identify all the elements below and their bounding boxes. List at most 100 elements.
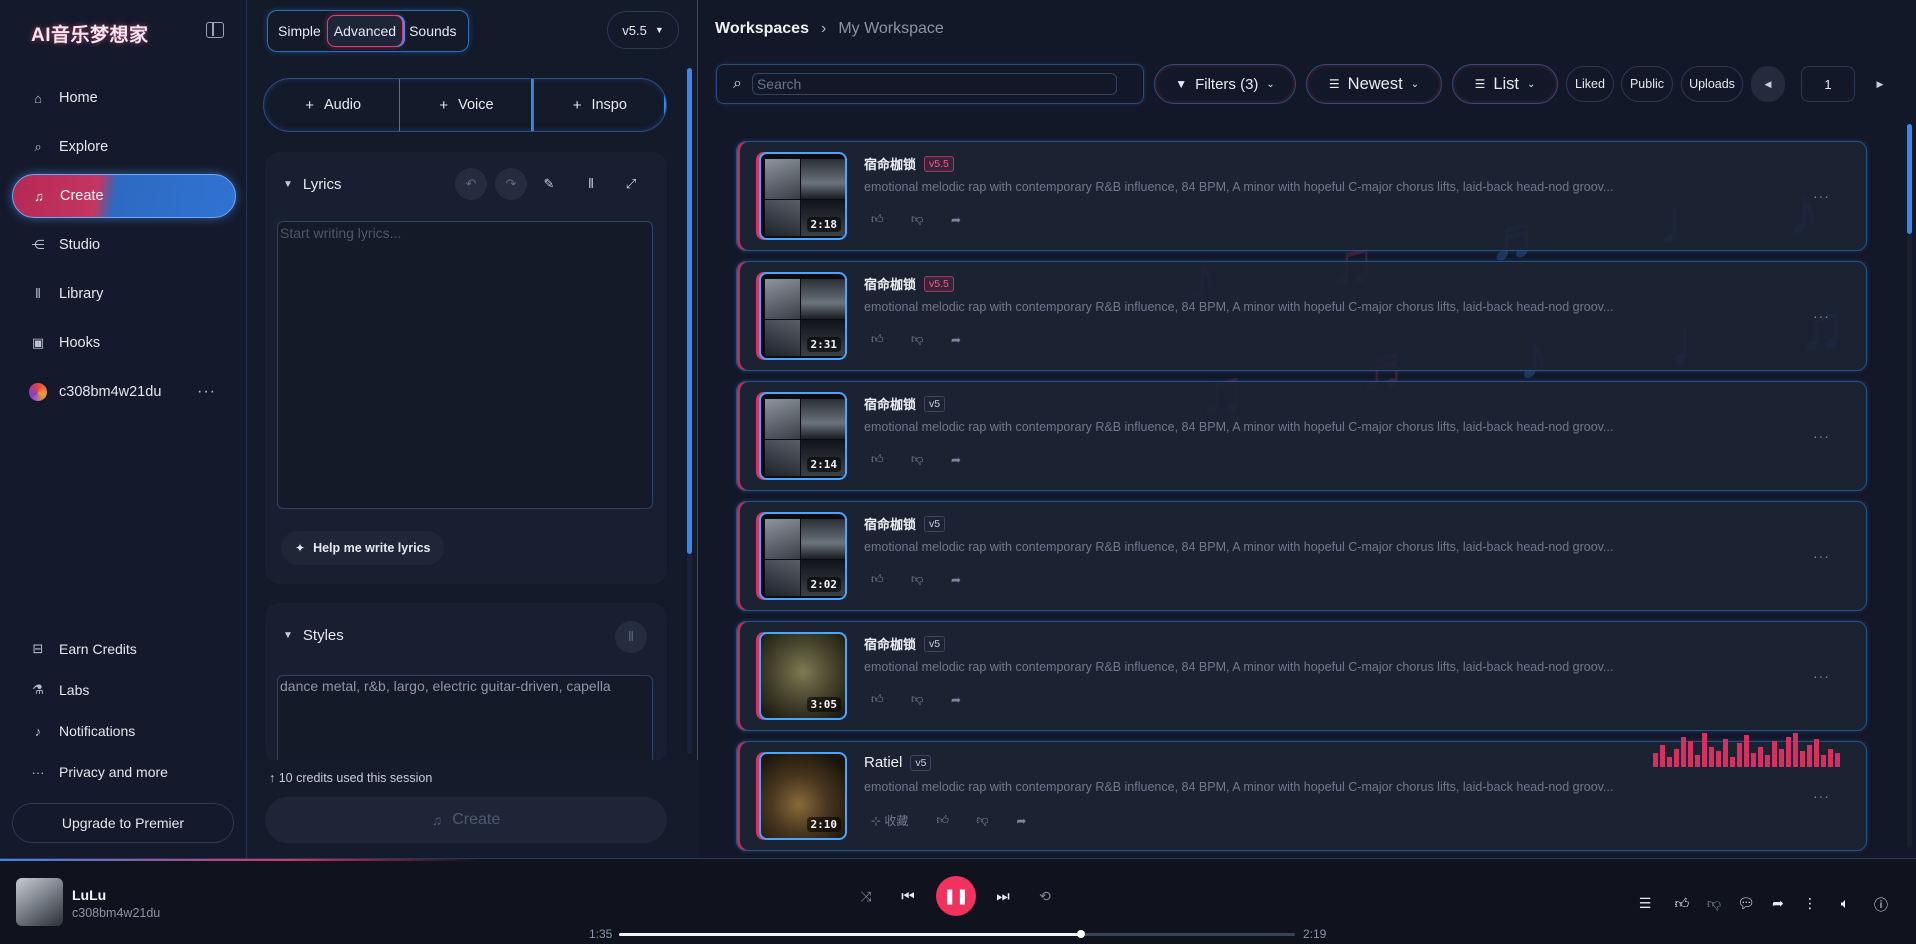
thumbs-up-icon[interactable]: 👍︎ [871, 452, 911, 467]
share-icon[interactable]: ➦ [951, 453, 991, 467]
song-cover[interactable]: 2:18 [759, 152, 847, 240]
now-playing-title[interactable]: LuLu [72, 887, 106, 903]
song-row[interactable]: 2:02 宿命枷锁 v5 emotional melodic rap with … [736, 501, 1867, 611]
tab-advanced[interactable]: Advanced [326, 15, 404, 47]
sidebar-item-labs[interactable]: ⚗ Labs [12, 672, 236, 708]
upgrade-button[interactable]: Upgrade to Premier [12, 803, 234, 843]
thumbs-up-icon[interactable]: 👍︎ [871, 692, 911, 707]
uploads-filter[interactable]: Uploads [1681, 66, 1743, 102]
add-voice-button[interactable]: + Voice [399, 79, 532, 131]
thumbs-down-icon[interactable]: 👎︎ [911, 452, 951, 467]
expand-icon[interactable]: ⤢ [615, 168, 647, 200]
repeat-icon[interactable]: ⟲ [1030, 881, 1060, 911]
song-title[interactable]: Ratiel v5 [864, 754, 932, 771]
next-track-icon[interactable]: ⏭ [988, 881, 1018, 911]
more-icon[interactable]: ··· [197, 383, 216, 401]
collect-button[interactable]: ⊹ 收藏 [871, 812, 908, 829]
sidebar-item-privacy[interactable]: ··· Privacy and more [12, 754, 236, 790]
song-title[interactable]: 宿命枷锁 v5 [864, 634, 946, 653]
public-filter[interactable]: Public [1621, 66, 1673, 102]
sidebar-item-user[interactable]: c308bm4w21du ··· [12, 370, 236, 414]
filters-button[interactable]: ▼ Filters (3) ⌄ [1154, 64, 1296, 104]
more-icon[interactable]: ··· [1813, 188, 1830, 204]
page-number-input[interactable]: 1 [1801, 66, 1855, 102]
previous-track-icon[interactable]: ⏮ [893, 881, 923, 911]
tab-simple[interactable]: Simple [272, 15, 327, 47]
sidebar-item-create[interactable]: ♫ Create [12, 174, 236, 218]
more-icon[interactable]: ··· [1813, 308, 1830, 324]
main-scrollbar[interactable] [1907, 124, 1912, 234]
more-icon[interactable]: ··· [1813, 788, 1830, 804]
brand-logo[interactable]: AI音乐梦想家 [31, 20, 149, 47]
song-cover[interactable]: 2:14 [759, 392, 847, 480]
song-cover[interactable]: 3:05 [759, 632, 847, 720]
version-select[interactable]: v5.5 ▼ [607, 11, 679, 49]
search-input[interactable] [751, 73, 1117, 95]
thumbs-down-icon[interactable]: 👎︎ [911, 692, 951, 707]
now-playing-artist[interactable]: c308bm4w21du [72, 906, 160, 920]
progress-bar[interactable] [619, 930, 1295, 938]
share-icon[interactable]: ➦ [1016, 814, 1056, 828]
song-cover[interactable]: 2:02 [759, 512, 847, 600]
sidebar-item-explore[interactable]: ⌕ Explore [12, 125, 236, 169]
song-title[interactable]: 宿命枷锁 v5 [864, 514, 946, 533]
thumbs-up-icon[interactable]: 👍︎ [871, 332, 911, 347]
share-icon[interactable]: ➦ [1769, 895, 1787, 912]
thumbs-up-icon[interactable]: 👍︎ [871, 572, 911, 587]
thumbs-down-icon[interactable]: 👎︎ [911, 212, 951, 227]
undo-icon[interactable]: ↶ [455, 168, 487, 200]
breadcrumb-root[interactable]: Workspaces [715, 20, 809, 38]
sidebar-toggle-icon[interactable] [206, 22, 224, 38]
sidebar-item-hooks[interactable]: ▣ Hooks [12, 321, 236, 365]
song-title[interactable]: 宿命枷锁 v5.5 [864, 274, 954, 293]
song-row[interactable]: 2:14 宿命枷锁 v5 emotional melodic rap with … [736, 381, 1867, 491]
sidebar-item-notifications[interactable]: ♪ Notifications [12, 713, 236, 749]
thumbs-up-icon[interactable]: 👍︎ [1673, 895, 1691, 912]
panel-scrollbar-track[interactable] [687, 554, 692, 754]
lyrics-header[interactable]: ▼ Lyrics [283, 176, 342, 193]
song-title[interactable]: 宿命枷锁 v5 [864, 394, 946, 413]
main-scrollbar-track[interactable] [1907, 234, 1912, 848]
progress-handle[interactable] [1076, 930, 1085, 938]
styles-library-icon[interactable]: ⫴ [615, 621, 647, 653]
share-icon[interactable]: ➦ [951, 333, 991, 347]
shuffle-icon[interactable]: ⤨ [851, 881, 881, 911]
add-inspo-button[interactable]: + Inspo [532, 79, 666, 131]
next-page-icon[interactable]: ▶ [1863, 66, 1897, 102]
song-title[interactable]: 宿命枷锁 v5.5 [864, 154, 954, 173]
sidebar-item-earn-credits[interactable]: ⊟ Earn Credits [12, 631, 236, 667]
sidebar-item-studio[interactable]: ⋲ Studio [12, 223, 236, 267]
share-icon[interactable]: ➦ [951, 573, 991, 587]
song-row[interactable]: 2:31 宿命枷锁 v5.5 emotional melodic rap wit… [736, 261, 1867, 371]
styles-header[interactable]: ▼ Styles [283, 627, 344, 644]
song-cover[interactable]: 2:31 [759, 272, 847, 360]
create-button[interactable]: ♫ Create [265, 797, 667, 843]
thumbs-down-icon[interactable]: 👎︎ [911, 572, 951, 587]
add-audio-button[interactable]: + Audio [264, 79, 399, 131]
song-cover[interactable]: 2:10 [759, 752, 847, 840]
now-playing-cover[interactable] [16, 878, 63, 926]
volume-icon[interactable]: 🔈︎ [1836, 895, 1854, 912]
comment-icon[interactable]: 💬︎ [1737, 895, 1755, 912]
tab-sounds[interactable]: Sounds [403, 15, 462, 47]
sidebar-item-home[interactable]: ⌂ Home [12, 76, 236, 120]
more-icon[interactable]: ··· [1813, 428, 1830, 444]
info-icon[interactable]: ⓘ [1872, 895, 1890, 915]
liked-filter[interactable]: Liked [1566, 66, 1614, 102]
pause-button[interactable]: ❚❚ [936, 876, 976, 916]
song-row[interactable]: 3:05 宿命枷锁 v5 emotional melodic rap with … [736, 621, 1867, 731]
thumbs-down-icon[interactable]: 👎︎ [1705, 895, 1723, 912]
thumbs-down-icon[interactable]: 👎︎ [976, 813, 1016, 828]
share-icon[interactable]: ➦ [951, 213, 991, 227]
redo-icon[interactable]: ↷ [495, 168, 527, 200]
queue-icon[interactable]: ☰ [1636, 895, 1654, 912]
share-icon[interactable]: ➦ [951, 693, 991, 707]
thumbs-up-icon[interactable]: 👍︎ [871, 212, 911, 227]
sort-button[interactable]: ☰ Newest ⌄ [1306, 64, 1442, 104]
song-row[interactable]: 2:18 宿命枷锁 v5.5 emotional melodic rap wit… [736, 141, 1867, 251]
more-icon[interactable]: ··· [1813, 548, 1830, 564]
view-button[interactable]: ☰ List ⌄ [1452, 64, 1558, 104]
prev-page-icon[interactable]: ◀ [1751, 66, 1785, 102]
library-icon[interactable]: ⫴ [575, 168, 607, 200]
help-write-lyrics-button[interactable]: ✦ Help me write lyrics [281, 531, 445, 565]
